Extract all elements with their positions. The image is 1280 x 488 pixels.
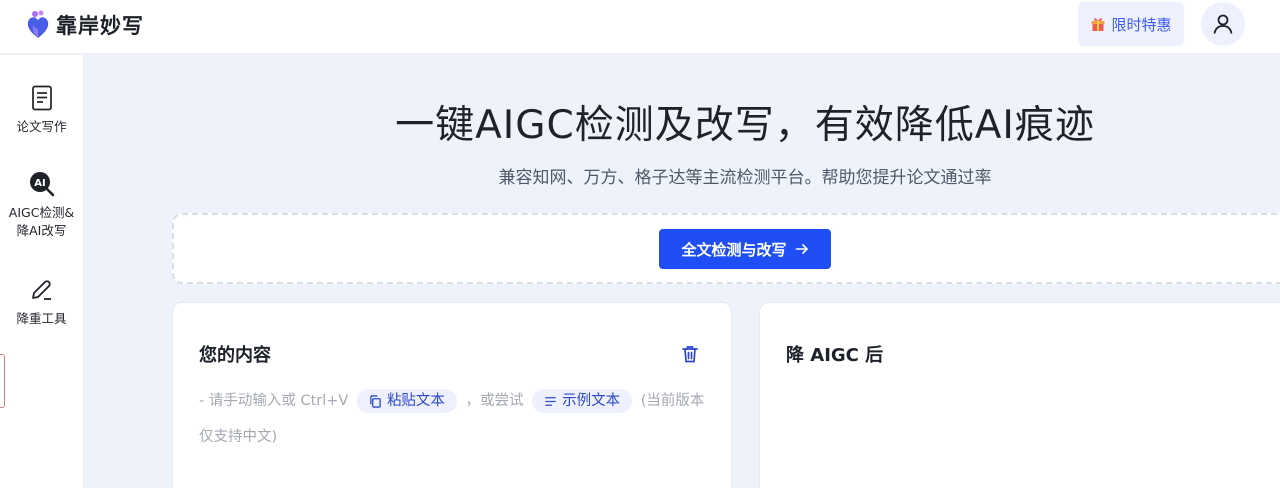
app-logo[interactable]: 靠岸妙写 (26, 10, 144, 40)
app-name: 靠岸妙写 (56, 14, 144, 38)
document-icon (31, 85, 52, 111)
hint-mid: ，或尝试 (465, 393, 524, 409)
hero-subtitle: 兼容知网、万方、格子达等主流检测平台。帮助您提升论文通过率 (498, 168, 992, 188)
example-text-button[interactable]: 示例文本 (532, 389, 633, 413)
sidebar-item-label-line2: 降AI改写 (16, 223, 67, 238)
svg-text:AI: AI (34, 178, 45, 189)
top-header: 靠岸妙写 限时特惠 (0, 0, 1280, 54)
input-card: 您的内容 - 请手动输入或 Ctrl+V 粘贴文本 ，或尝试 示例文本 (当前版… (172, 302, 732, 488)
promo-button[interactable]: 限时特惠 (1078, 2, 1184, 46)
example-text-label: 示例文本 (562, 393, 621, 409)
lines-icon (545, 396, 556, 406)
user-icon (1213, 14, 1233, 34)
sidebar-item-dedup-tool[interactable]: 降重工具 (0, 277, 83, 328)
ai-search-icon: AI (29, 172, 54, 197)
hint-prefix: - 请手动输入或 Ctrl+V (199, 393, 349, 409)
promo-label: 限时特惠 (1111, 15, 1172, 34)
sidebar-item-paper-writing[interactable]: 论文写作 (0, 85, 83, 136)
user-avatar-button[interactable] (1201, 2, 1245, 46)
input-card-title: 您的内容 (199, 345, 271, 366)
sidebar-item-label-line1: AIGC检测& (8, 205, 75, 220)
sidebar: 论文写作 AI AIGC检测& 降AI改写 降重工具 (0, 55, 83, 488)
trash-icon[interactable] (680, 344, 700, 364)
sidebar-item-label: 降重工具 (16, 311, 67, 326)
gift-icon (1091, 18, 1105, 31)
output-card-title: 降 AIGC 后 (786, 345, 884, 366)
paste-text-label: 粘贴文本 (386, 393, 445, 409)
sidebar-item-aigc-detect[interactable]: AI AIGC检测& 降AI改写 (0, 171, 83, 240)
full-detect-rewrite-button[interactable]: 全文检测与改写 (659, 229, 831, 269)
sidebar-item-label: 论文写作 (16, 119, 67, 134)
pen-icon (31, 280, 51, 300)
full-detect-rewrite-label: 全文检测与改写 (681, 240, 787, 259)
input-hint: - 请手动输入或 Ctrl+V 粘贴文本 ，或尝试 示例文本 (当前版本仅支持中… (199, 383, 709, 455)
copy-icon (370, 394, 381, 408)
heart-logo-icon (27, 10, 49, 38)
hero-title: 一键AIGC检测及改写，有效降低AI痕迹 (395, 103, 1095, 148)
paste-text-button[interactable]: 粘贴文本 (356, 389, 457, 413)
output-card: 降 AIGC 后 (759, 302, 1280, 488)
arrow-right-icon (795, 244, 808, 254)
sidebar-scroll-handle[interactable] (0, 354, 5, 408)
